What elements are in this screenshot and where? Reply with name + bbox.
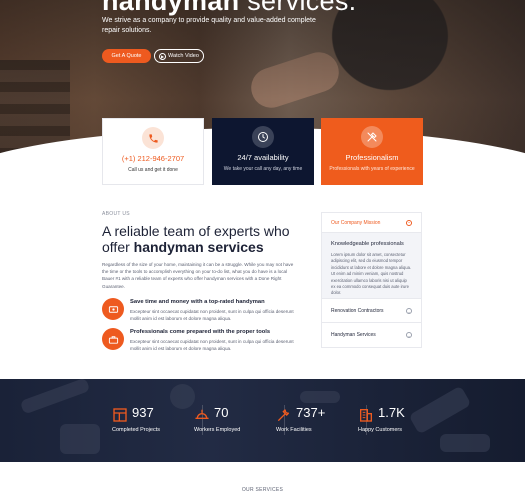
watch-video-label: Watch Video [168,53,199,59]
hero-title-bold: handyman [102,0,240,16]
about-section-tag: ABOUT US [102,211,130,217]
stat-number: 937 [132,405,154,420]
about-heading-line1: A reliable team of experts who [102,223,290,239]
card-professionalism-sub: Professionals with years of experience [329,166,415,172]
about-heading: A reliable team of experts who offer han… [102,223,302,255]
stat-number: 737+ [296,405,326,420]
accordion-item-company-mission[interactable]: Our Company Mission ⌃ [322,213,421,233]
about-heading-bold: handyman services [133,239,264,255]
watch-video-button[interactable]: ▶ Watch Video [154,49,204,63]
get-a-quote-label: Get A Quote [111,53,142,59]
stats-background-pipe [300,391,340,403]
about-feature-save-time: Save time and money with a top-rated han… [102,298,302,324]
accordion-panel-text: Lorem ipsum dolor sit amet, consectetur … [331,252,412,296]
card-availability[interactable]: 24/7 availability We take your call any … [212,118,314,185]
about-feature-proper-tools: Professionals come prepared with the pro… [102,328,302,354]
accordion-item-label: Renovation Contractors [331,307,384,314]
hardhat-icon [194,407,210,423]
accordion-item-label: Handyman Services [331,332,376,338]
about-feature-title: Professionals come prepared with the pro… [130,329,271,335]
accordion-panel-title: Knowledgeable professionals [331,241,404,247]
hero-subtitle: We strive as a company to provide qualit… [102,17,316,34]
card-professionalism[interactable]: Professionalism Professionals with years… [321,118,423,185]
hero-title: handyman services. [102,0,356,17]
accordion-item-renovation-contractors[interactable]: Renovation Contractors ⌄ [322,299,421,323]
stat-number: 70 [214,405,229,420]
tools-icon [361,126,383,148]
chevron-down-icon: ⌄ [406,332,412,338]
accordion: Our Company Mission ⌃ Knowledgeable prof… [321,212,422,348]
about-heading-offer: offer [102,239,130,255]
card-professionalism-title: Professionalism [345,153,399,162]
building-icon [358,407,374,423]
phone-icon [142,127,164,149]
card-availability-title: 24/7 availability [237,153,289,162]
accordion-item-label: Our Company Mission [331,219,381,226]
chevron-down-icon: ⌄ [406,307,412,314]
money-icon [102,298,124,320]
card-phone-sub: Call us and get it done [128,167,178,173]
stats-background-pipe [60,424,100,454]
about-paragraph: Regardless of the size of your home, mai… [102,262,294,289]
about-feature-title: Save time and money with a top-rated han… [130,299,265,305]
accordion-panel: Knowledgeable professionals Lorem ipsum … [322,233,421,299]
blueprint-icon [112,407,128,423]
chevron-up-icon: ⌃ [406,219,412,226]
services-section-tag: OUR SERVICES [241,487,284,493]
get-a-quote-button[interactable]: Get A Quote [102,49,151,63]
stat-happy-customers: 1.7K Happy Customers [358,405,458,439]
stat-label: Completed Projects [112,427,160,433]
clock-icon [252,126,274,148]
stats-background-pipe [19,379,91,415]
stat-label: Work Facilities [276,427,312,433]
play-icon: ▶ [159,52,167,60]
about-feature-text: Excepteur sint occaecat cupidatat non pr… [130,339,294,351]
services-section [0,462,525,500]
toolbox-icon [102,328,124,350]
stat-number: 1.7K [378,405,405,420]
card-phone-title: (+1) 212-946-2707 [121,154,185,163]
accordion-item-handyman-services[interactable]: Handyman Services ⌄ [322,323,421,347]
about-feature-text: Excepteur sint occaecat cupidatat non pr… [130,309,294,321]
stat-label: Happy Customers [358,427,403,433]
wrench-icon [276,407,292,423]
stat-label: Workers Employed [194,427,241,433]
card-phone[interactable]: (+1) 212-946-2707 Call us and get it don… [102,118,204,185]
hero-title-rest: services. [247,0,357,16]
card-availability-sub: We take your call any day, any time [223,166,303,172]
